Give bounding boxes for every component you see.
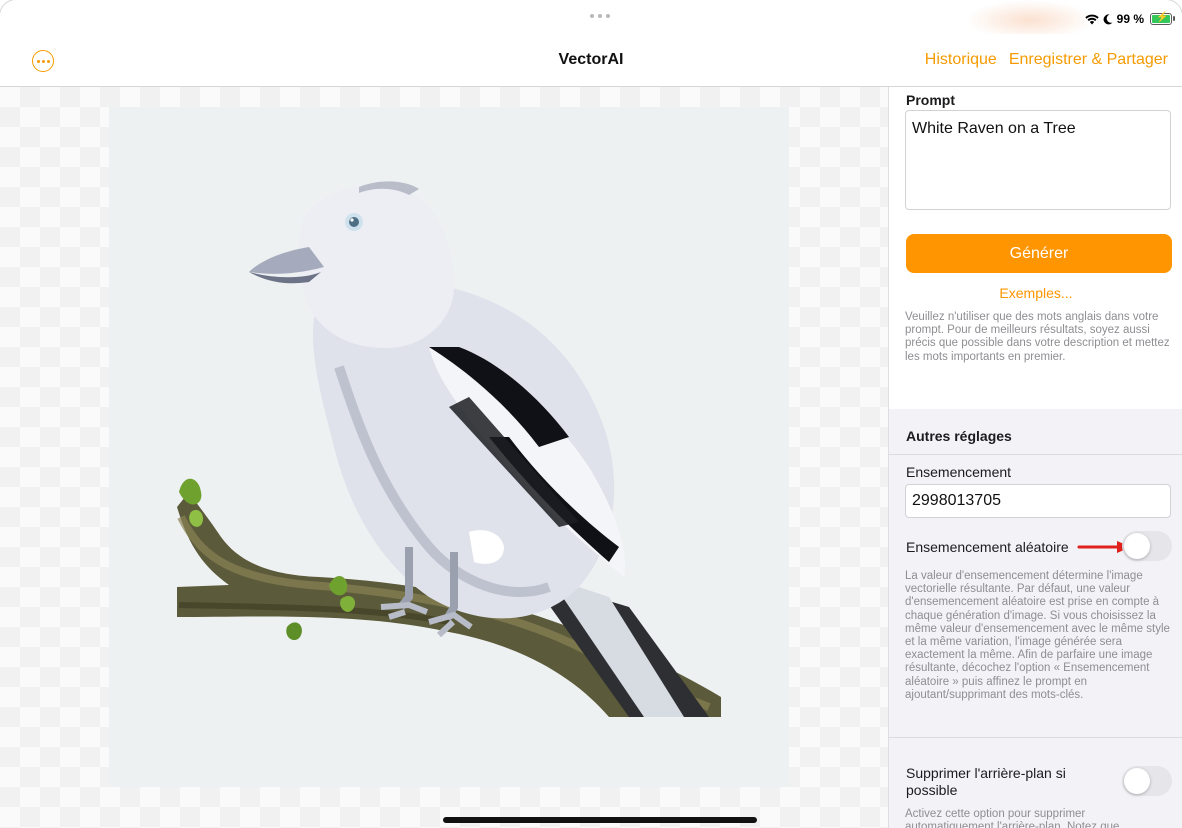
- generated-image[interactable]: [109, 107, 789, 787]
- remove-background-label: Supprimer l'arrière-plan si possible: [906, 765, 1066, 798]
- prompt-label: Prompt: [906, 92, 955, 108]
- battery-icon: ⚡: [1150, 12, 1175, 25]
- remove-background-toggle[interactable]: [1122, 766, 1172, 796]
- history-button[interactable]: Historique: [925, 51, 997, 69]
- wifi-icon: [1084, 14, 1099, 24]
- app-window: 99 % ⚡ VectorAI Historique Enregistrer &…: [0, 0, 1182, 828]
- generate-button[interactable]: Générer: [906, 234, 1172, 273]
- battery-percent: 99 %: [1116, 12, 1144, 26]
- image-canvas: [0, 87, 888, 828]
- random-seed-toggle[interactable]: [1122, 531, 1172, 561]
- seed-label: Ensemencement: [906, 464, 1012, 480]
- moon-icon: [1103, 13, 1113, 24]
- save-share-button[interactable]: Enregistrer & Partager: [1009, 51, 1168, 69]
- status-indicators: 99 % ⚡: [1084, 12, 1175, 26]
- remove-background-note: Activez cette option pour supprimer auto…: [905, 808, 1120, 828]
- prompt-note: Veuillez n'utiliser que des mots anglais…: [905, 311, 1170, 363]
- status-bar: 99 % ⚡: [0, 0, 1182, 40]
- random-seed-label: Ensemencement aléatoire: [906, 539, 1069, 555]
- prompt-input[interactable]: White Raven on a Tree: [905, 110, 1171, 210]
- navigation-bar: VectorAI Historique Enregistrer & Partag…: [0, 34, 1182, 87]
- seed-input[interactable]: 2998013705: [905, 484, 1171, 518]
- seed-note: La valeur d'ensemencement détermine l'im…: [905, 570, 1170, 701]
- home-indicator[interactable]: [443, 817, 757, 823]
- other-settings-header: Autres réglages: [906, 428, 1012, 444]
- settings-panel: Prompt White Raven on a Tree Générer Exe…: [888, 87, 1182, 828]
- multitasking-dots[interactable]: [590, 14, 610, 18]
- examples-link[interactable]: Exemples...: [889, 285, 1182, 301]
- raven-illustration: [177, 181, 721, 717]
